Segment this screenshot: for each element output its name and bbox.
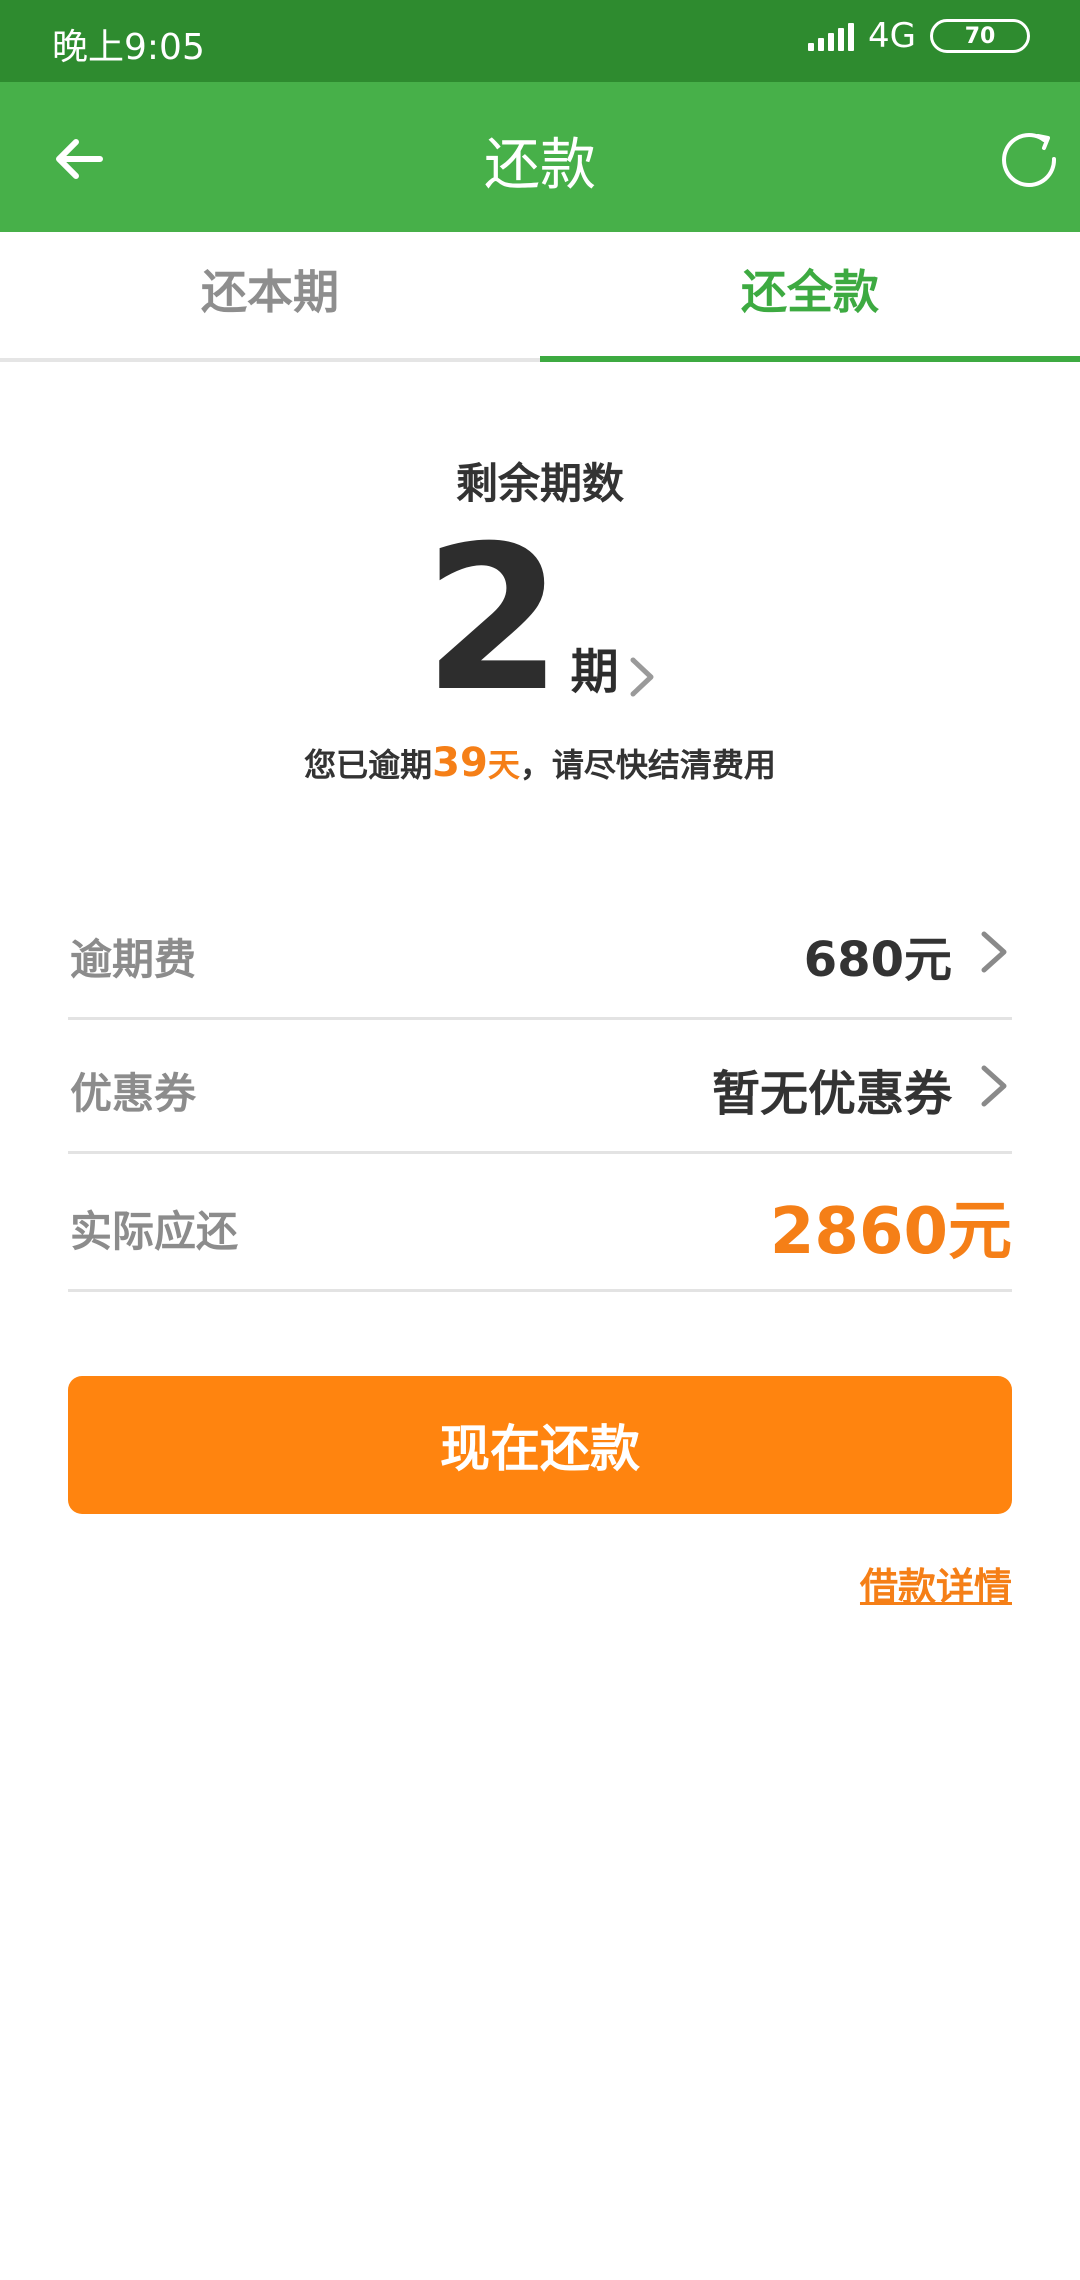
coupon-label: 优惠券 xyxy=(70,1069,197,1118)
overdue-fee-value: 680元 xyxy=(803,932,952,988)
amount-due-value: 2860元 xyxy=(769,1195,1012,1269)
battery-level: 70 xyxy=(964,23,996,49)
app-bar: 还款 xyxy=(0,82,1080,232)
amount-due-label: 实际应还 xyxy=(70,1207,239,1256)
overdue-fee-label: 逾期费 xyxy=(70,935,197,984)
refresh-icon xyxy=(1002,133,1057,188)
chevron-right-icon xyxy=(981,931,1007,973)
chevron-right-icon xyxy=(981,1065,1007,1107)
page-title: 还款 xyxy=(484,133,596,198)
refresh-button[interactable] xyxy=(994,124,1064,194)
row-coupon[interactable]: 优惠券 暂无优惠券 xyxy=(68,1020,1012,1154)
chevron-right-icon xyxy=(630,657,654,697)
overdue-days-unit: 天 xyxy=(487,746,520,784)
tab-full-payment[interactable]: 还全款 xyxy=(540,232,1080,362)
coupon-value: 暂无优惠券 xyxy=(711,1066,952,1122)
network-type: 4G xyxy=(868,16,916,56)
remaining-periods[interactable]: 2 期 xyxy=(0,503,1080,736)
remaining-periods-label: 剩余期数 xyxy=(455,459,624,508)
remaining-periods-unit: 期 xyxy=(570,644,619,700)
loan-details-link[interactable]: 借款详情 xyxy=(860,1556,1012,1611)
battery-icon: 70 xyxy=(930,19,1030,53)
overdue-notice: 您已逾期39天，请尽快结清费用 xyxy=(0,740,1080,786)
status-indicators: 4G 70 xyxy=(808,16,1030,56)
status-bar: 晚上9:05 4G 70 xyxy=(0,0,1080,82)
status-time: 晚上9:05 xyxy=(52,27,205,68)
row-overdue-fee[interactable]: 逾期费 680元 xyxy=(68,886,1012,1020)
tab-current-period[interactable]: 还本期 xyxy=(0,232,540,362)
row-amount-due: 实际应还 2860元 xyxy=(68,1158,1012,1292)
overdue-suffix: ，请尽快结清费用 xyxy=(519,746,776,784)
signal-icon xyxy=(808,21,855,51)
overdue-prefix: 您已逾期 xyxy=(304,746,433,784)
overdue-days: 39 xyxy=(432,740,488,786)
tab-bar: 还本期 还全款 xyxy=(0,232,1080,362)
remaining-periods-count: 2 xyxy=(423,503,563,736)
pay-now-button[interactable]: 现在还款 xyxy=(68,1376,1012,1514)
